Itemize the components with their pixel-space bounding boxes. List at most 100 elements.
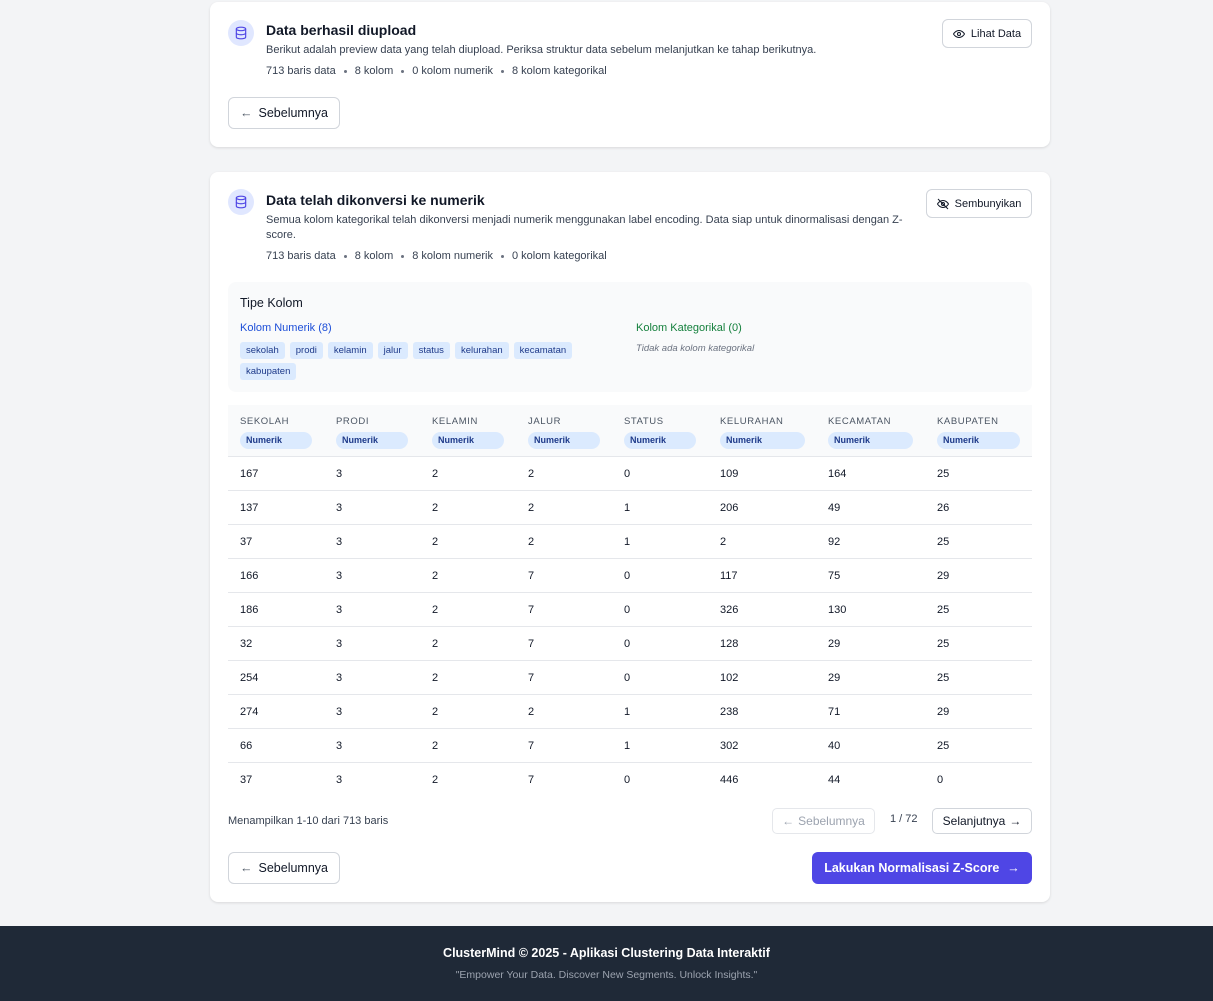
pagination-prev-button[interactable]: ← Sebelumnya [772, 808, 875, 834]
table-cell: 238 [720, 706, 739, 718]
column-header-label: PRODI [336, 416, 370, 427]
table-cell: 3 [336, 706, 343, 718]
column-header-sekolah: SEKOLAH Numerik [240, 416, 312, 449]
table-cell: 3 [336, 536, 343, 548]
numeric-type-badge: Numerik [624, 432, 696, 449]
table-cell: 130 [828, 604, 847, 616]
numeric-type-badge: Numerik [720, 432, 805, 449]
column-header-label: KECAMATAN [828, 416, 892, 427]
table-cell: 1 [624, 706, 631, 718]
table-cell: 3 [336, 604, 343, 616]
table-cell: 446 [720, 774, 739, 786]
table-cell: 7 [528, 774, 535, 786]
table-cell: 2 [432, 468, 439, 480]
table-cell: 37 [240, 774, 253, 786]
stat-categorical: 8 kolom kategorikal [511, 65, 607, 77]
table-row: 66 3 2 7 1 302 40 25 [228, 729, 1032, 763]
table-cell: 302 [720, 740, 739, 752]
pagination-next-button[interactable]: Selanjutnya → [932, 808, 1032, 834]
column-tag: kelurahan [454, 342, 509, 359]
arrow-left-icon: ← [240, 106, 253, 120]
numeric-columns-title: Kolom Numerik (8) [240, 322, 332, 334]
table-cell: 7 [528, 570, 535, 582]
table-cell: 2 [720, 536, 727, 548]
database-icon [228, 20, 254, 46]
table-cell: 3 [336, 774, 343, 786]
table-row: 166 3 2 7 0 117 75 29 [228, 559, 1032, 593]
pagination-info: Menampilkan 1-10 dari 713 baris [228, 815, 389, 827]
normalize-zscore-button[interactable]: Lakukan Normalisasi Z-Score → [812, 852, 1032, 884]
column-header-kelurahan: KELURAHAN Numerik [720, 416, 805, 449]
table-cell: 164 [828, 468, 847, 480]
column-header-label: STATUS [624, 416, 664, 427]
table-cell: 29 [937, 706, 950, 718]
table-cell: 75 [828, 570, 841, 582]
table-cell: 206 [720, 502, 739, 514]
stat-numeric: 0 kolom numerik [412, 65, 493, 77]
stat-columns: 8 kolom [354, 250, 394, 262]
column-header-kabupaten: KABUPATEN Numerik [937, 416, 1020, 449]
table-cell: 7 [528, 604, 535, 616]
table-cell: 274 [240, 706, 259, 718]
upload-prev-button[interactable]: ← Sebelumnya [228, 97, 340, 129]
table-row: 254 3 2 7 0 102 29 25 [228, 661, 1032, 695]
arrow-left-icon: ← [782, 814, 795, 828]
convert-description: Semua kolom kategorikal telah dikonversi… [266, 214, 903, 241]
table-row: 32 3 2 7 0 128 29 25 [228, 627, 1032, 661]
hide-button[interactable]: Sembunyikan [926, 189, 1032, 218]
table-cell: 7 [528, 638, 535, 650]
table-cell: 7 [528, 672, 535, 684]
stat-columns: 8 kolom [354, 65, 394, 77]
numeric-type-badge: Numerik [432, 432, 504, 449]
table-body: 167 3 2 2 0 109 164 25 137 3 2 2 1 206 49 26 37 3 2 2 1 2 92 25… [228, 457, 1032, 797]
table-cell: 25 [937, 536, 950, 548]
table-cell: 2 [432, 536, 439, 548]
database-icon [228, 189, 254, 215]
table-cell: 2 [432, 570, 439, 582]
eye-icon [952, 29, 965, 38]
numeric-type-badge: Numerik [336, 432, 408, 449]
table-cell: 25 [937, 604, 950, 616]
table-row: 186 3 2 7 0 326 130 25 [228, 593, 1032, 627]
table-cell: 7 [528, 740, 535, 752]
table-cell: 71 [828, 706, 841, 718]
table-cell: 25 [937, 740, 950, 752]
column-tag: prodi [289, 342, 323, 359]
upload-title: Data berhasil diupload [266, 22, 417, 38]
table-cell: 2 [432, 774, 439, 786]
numeric-type-badge: Numerik [828, 432, 913, 449]
table-cell: 167 [240, 468, 259, 480]
site-footer: ClusterMind © 2025 - Aplikasi Clustering… [0, 926, 1213, 1001]
table-cell: 3 [336, 468, 343, 480]
table-cell: 3 [336, 740, 343, 752]
table-cell: 40 [828, 740, 841, 752]
column-header-kelamin: KELAMIN Numerik [432, 416, 504, 449]
stat-rows: 713 baris data [266, 250, 336, 262]
table-cell: 1 [624, 536, 631, 548]
column-header-kecamatan: KECAMATAN Numerik [828, 416, 913, 449]
table-cell: 29 [937, 570, 950, 582]
table-cell: 2 [432, 672, 439, 684]
numeric-type-badge: Numerik [240, 432, 312, 449]
column-types-title: Tipe Kolom [240, 296, 303, 310]
view-data-button[interactable]: Lihat Data [942, 19, 1032, 48]
column-tag: kabupaten [240, 363, 297, 380]
table-cell: 29 [828, 638, 841, 650]
column-header-label: JALUR [528, 416, 562, 427]
arrow-right-icon: → [1009, 814, 1022, 828]
numeric-column-tags: sekolah prodi kelamin jalur status kelur… [240, 342, 585, 380]
convert-prev-button[interactable]: ← Sebelumnya [228, 852, 340, 884]
table-row: 167 3 2 2 0 109 164 25 [228, 457, 1032, 491]
column-header-label: KELURAHAN [720, 416, 784, 427]
column-header-jalur: JALUR Numerik [528, 416, 600, 449]
column-header-label: KELAMIN [432, 416, 478, 427]
table-cell: 25 [937, 638, 950, 650]
column-header-label: SEKOLAH [240, 416, 290, 427]
column-tag: kecamatan [513, 342, 573, 359]
categorical-empty-text: Tidak ada kolom kategorikal [636, 343, 755, 354]
data-table: SEKOLAH Numerik PRODI Numerik KELAMIN Numerik… [228, 405, 1032, 797]
upload-card: Data berhasil diupload Berikut adalah pr… [210, 2, 1050, 147]
column-tag: sekolah [240, 342, 285, 359]
table-cell: 0 [937, 774, 944, 786]
table-cell: 32 [240, 638, 253, 650]
